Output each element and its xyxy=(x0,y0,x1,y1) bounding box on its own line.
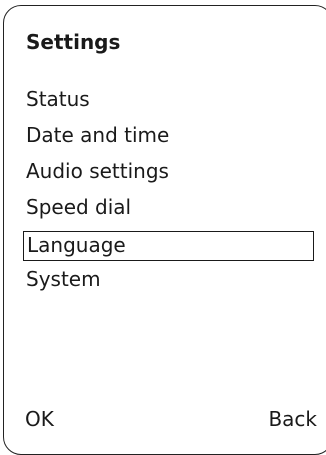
ok-softkey[interactable]: OK xyxy=(25,404,54,434)
back-softkey[interactable]: Back xyxy=(268,404,317,434)
settings-menu: Status Date and time Audio settings Spee… xyxy=(0,84,326,300)
menu-item-status[interactable]: Status xyxy=(0,84,326,120)
menu-item-audio-settings[interactable]: Audio settings xyxy=(0,156,326,192)
menu-item-date-and-time[interactable]: Date and time xyxy=(0,120,326,156)
menu-item-language[interactable]: Language xyxy=(23,231,314,261)
softkey-bar: OK Back xyxy=(0,404,326,434)
menu-item-speed-dial[interactable]: Speed dial xyxy=(0,192,326,228)
page-title: Settings xyxy=(26,30,121,54)
menu-item-system[interactable]: System xyxy=(0,264,326,300)
